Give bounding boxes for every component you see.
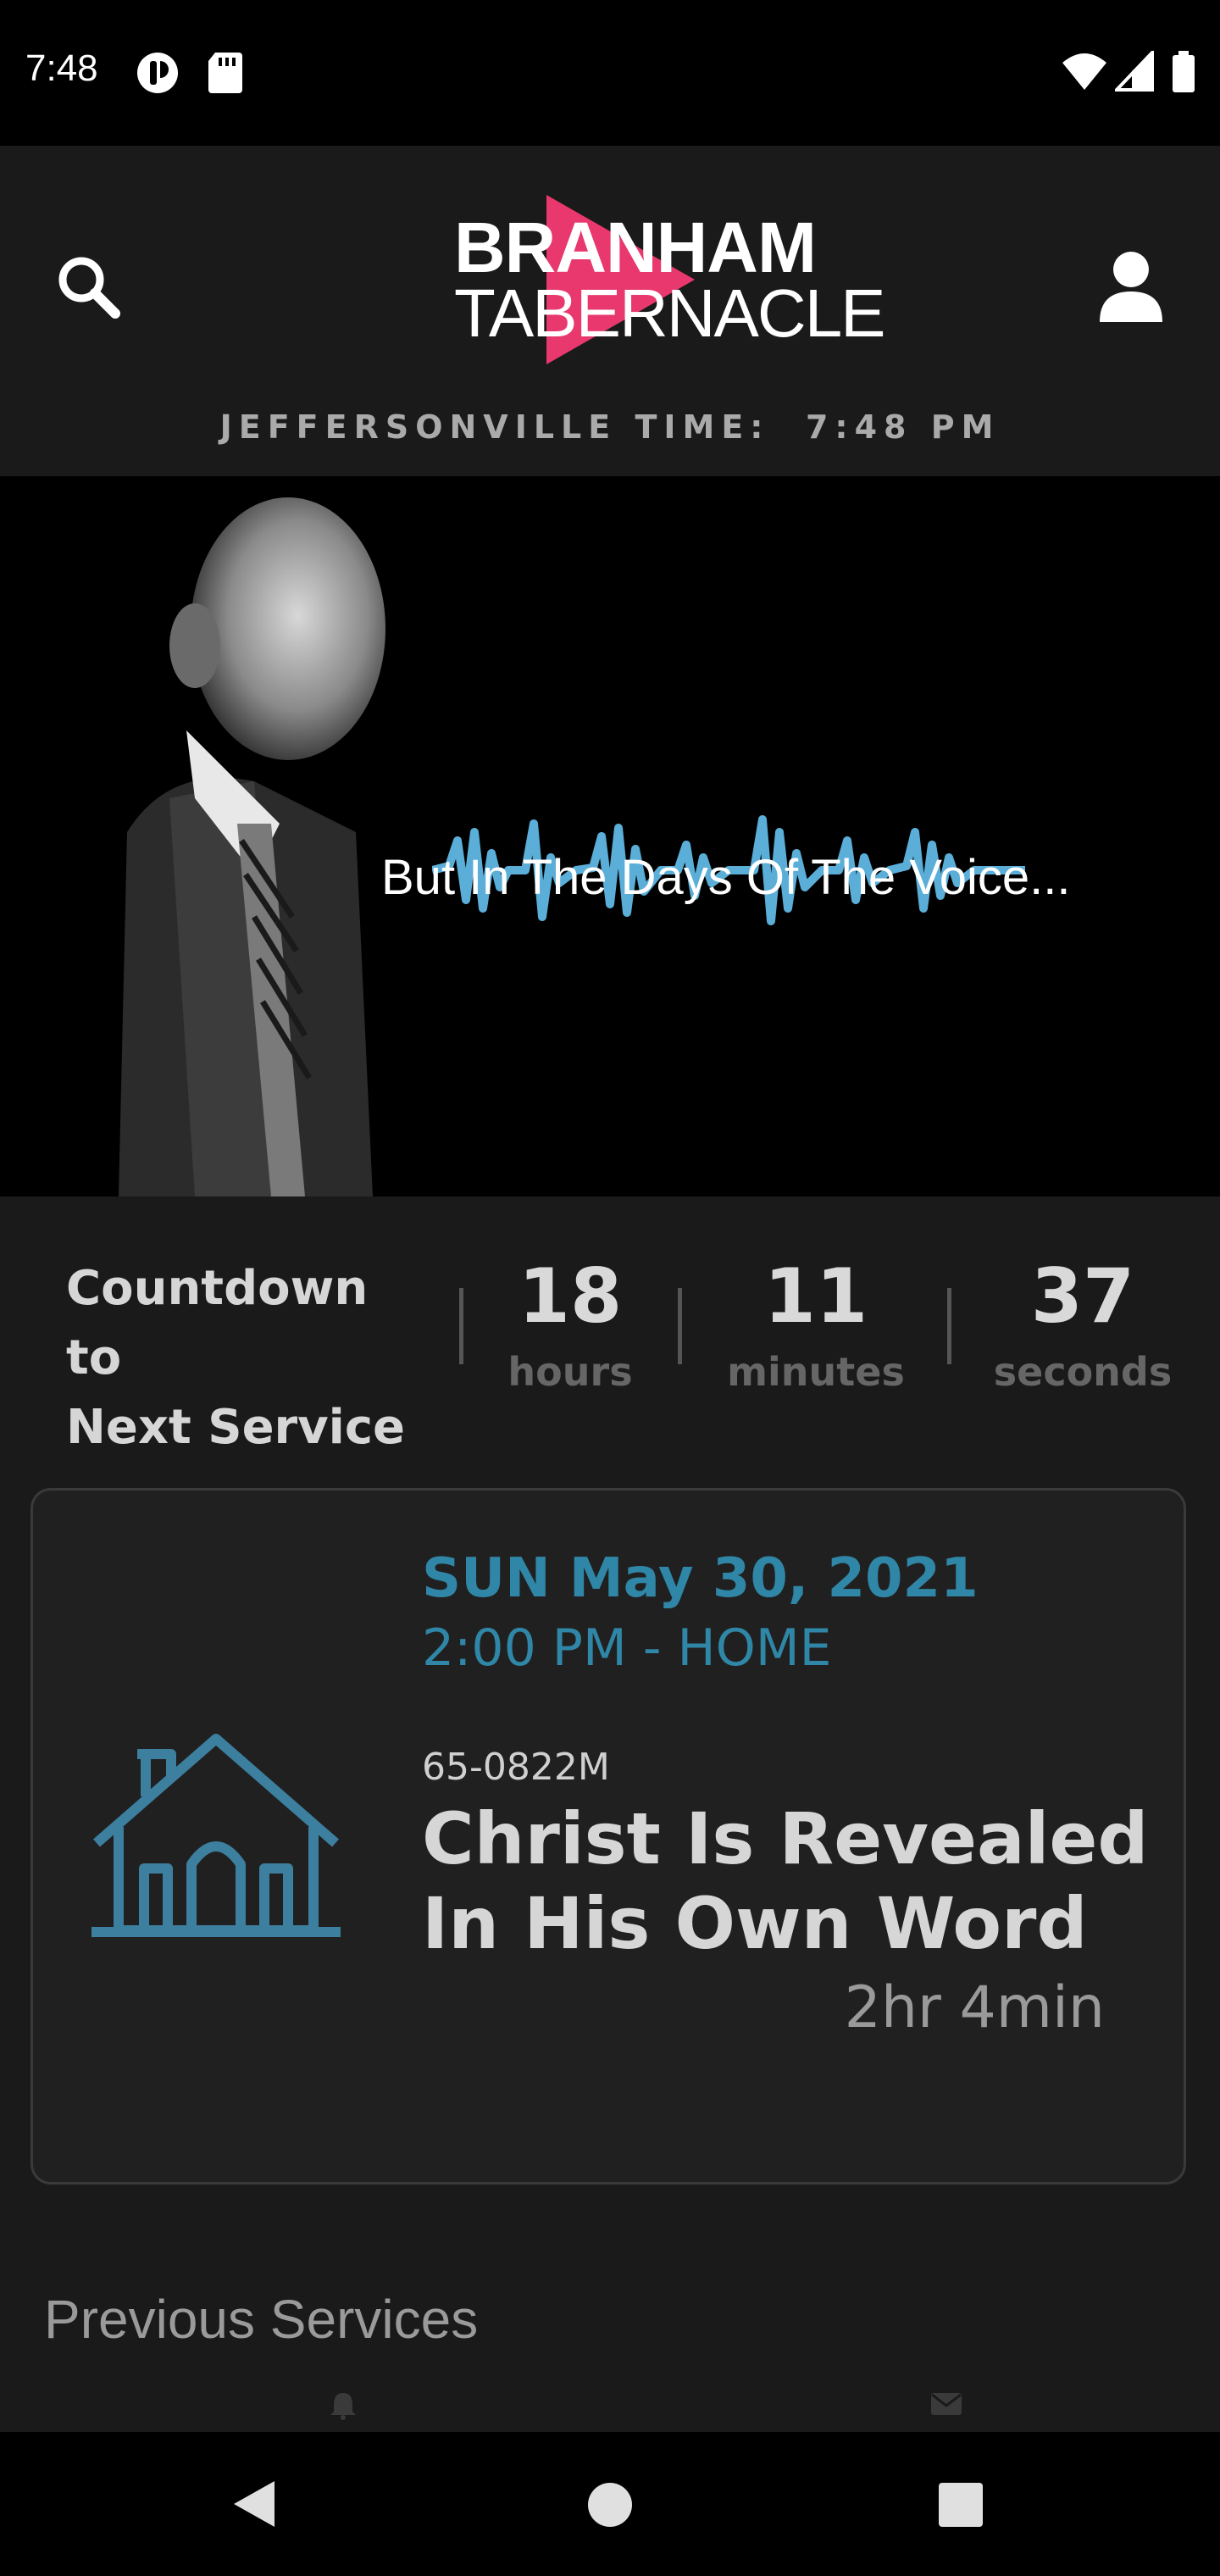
wifi-icon [1062, 53, 1106, 90]
sermon-duration: 2hr 4min [844, 1974, 1105, 2041]
status-bar [0, 0, 1220, 146]
countdown-seconds: 37 [1030, 1252, 1135, 1340]
countdown-divider [947, 1288, 951, 1364]
cell-signal-icon [1115, 51, 1154, 92]
countdown-seconds-label: seconds [993, 1349, 1173, 1395]
countdown-label: Countdown to Next Service [66, 1254, 422, 1463]
countdown-label-line1: Countdown to [66, 1261, 369, 1385]
logo-text-tabernacle: TABERNACLE [454, 275, 886, 351]
countdown-divider [678, 1288, 682, 1364]
logo-text-branham: BRANHAM [454, 208, 817, 287]
sermon-title: Christ Is Revealed In His Own Word [422, 1796, 1167, 1966]
hero-banner[interactable]: But In The Days Of The Voice... [0, 476, 1220, 1196]
recents-icon[interactable] [937, 2481, 984, 2529]
search-icon[interactable] [56, 254, 120, 319]
notification-app-icon [137, 53, 178, 93]
countdown-label-line2: Next Service [66, 1400, 406, 1455]
countdown-hours-label: hours [507, 1349, 633, 1395]
home-icon [92, 1734, 341, 1937]
service-date: SUN May 30, 2021 [422, 1547, 979, 1610]
bell-icon[interactable] [329, 2391, 358, 2420]
hero-caption: But In The Days Of The Voice... [381, 850, 1071, 905]
battery-icon [1173, 51, 1195, 92]
countdown-minutes-label: minutes [727, 1349, 905, 1395]
sermon-title-line1: Christ Is Revealed [422, 1797, 1149, 1880]
countdown-hours: 18 [518, 1252, 623, 1340]
sermon-title-line2: In His Own Word [422, 1882, 1088, 1965]
service-time-location: 2:00 PM - HOME [422, 1618, 832, 1678]
time-label: JEFFERSONVILLE TIME: [219, 408, 770, 446]
time-value: 7:48 PM [805, 408, 1001, 446]
sermon-code: 65-0822M [422, 1746, 610, 1789]
user-icon[interactable] [1098, 251, 1164, 324]
countdown-minutes: 11 [763, 1252, 868, 1340]
previous-services-heading: Previous Services [44, 2289, 479, 2350]
sd-card-icon [208, 53, 242, 93]
back-icon[interactable] [230, 2478, 278, 2530]
home-circle-icon[interactable] [585, 2479, 635, 2530]
jeffersonville-time: JEFFERSONVILLE TIME: 7:48 PM [0, 408, 1220, 446]
mail-icon[interactable] [930, 2391, 962, 2417]
countdown-divider [459, 1288, 463, 1364]
status-time: 7:48 [25, 47, 98, 89]
